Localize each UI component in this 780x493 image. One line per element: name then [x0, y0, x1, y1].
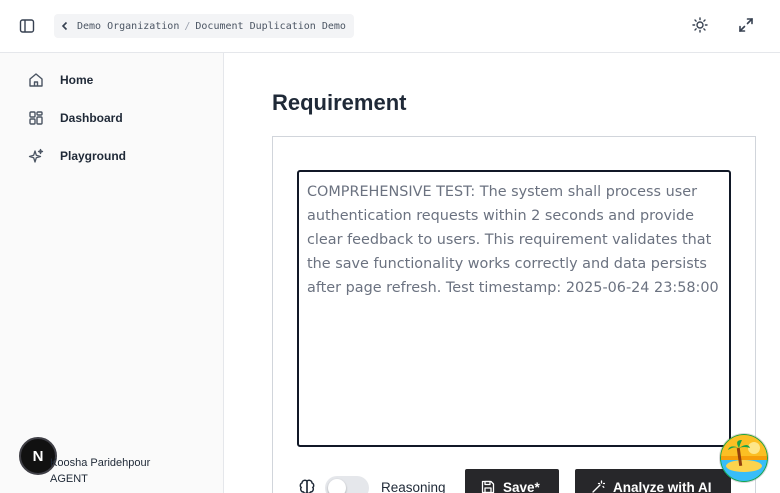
page-title: Requirement: [272, 90, 407, 115]
sidebar-item-home[interactable]: Home: [20, 66, 210, 94]
sidebar-item-label: Home: [60, 73, 94, 87]
sidebar-item-playground[interactable]: Playground: [20, 142, 210, 170]
analyze-label: Analyze with AI: [613, 479, 712, 493]
assistant-avatar[interactable]: [720, 434, 768, 482]
sidebar-item-label: Playground: [60, 149, 127, 163]
sidebar-item-label: Dashboard: [60, 111, 123, 125]
sidebar-toggle-icon[interactable]: [16, 16, 38, 36]
sun-icon[interactable]: [690, 15, 710, 35]
requirement-textarea[interactable]: COMPREHENSIVE TEST: The system shall pro…: [297, 170, 731, 447]
save-label: Save*: [503, 479, 540, 493]
reasoning-toggle[interactable]: [325, 476, 369, 493]
chevron-left-icon[interactable]: [60, 21, 70, 31]
breadcrumb-organization[interactable]: Demo Organization: [77, 21, 179, 32]
reasoning-label: Reasoning: [381, 480, 446, 493]
sidebar-item-dashboard[interactable]: Dashboard: [20, 104, 210, 132]
toggle-knob: [328, 479, 346, 493]
user-name: Koosha Paridehpour: [50, 457, 151, 469]
expand-icon[interactable]: [736, 15, 756, 35]
avatar-letter: N: [32, 447, 44, 465]
user-role: AGENT: [50, 473, 88, 485]
brain-icon: [297, 477, 317, 493]
sparkles-icon: [28, 148, 44, 164]
breadcrumb: Demo Organization / Document Duplication…: [54, 14, 354, 38]
breadcrumb-document[interactable]: Document Duplication Demo: [195, 21, 346, 32]
user-avatar[interactable]: N: [19, 437, 57, 475]
analyze-with-ai-button[interactable]: Analyze with AI: [575, 469, 731, 493]
breadcrumb-separator: /: [184, 20, 191, 32]
save-button[interactable]: Save*: [465, 469, 559, 493]
dashboard-icon: [28, 110, 44, 126]
magic-wand-icon: [591, 480, 605, 493]
save-icon: [481, 480, 495, 493]
home-icon: [28, 72, 44, 88]
sidebar: Home Dashboard Playground: [0, 53, 224, 493]
top-bar: Demo Organization / Document Duplication…: [0, 0, 780, 53]
